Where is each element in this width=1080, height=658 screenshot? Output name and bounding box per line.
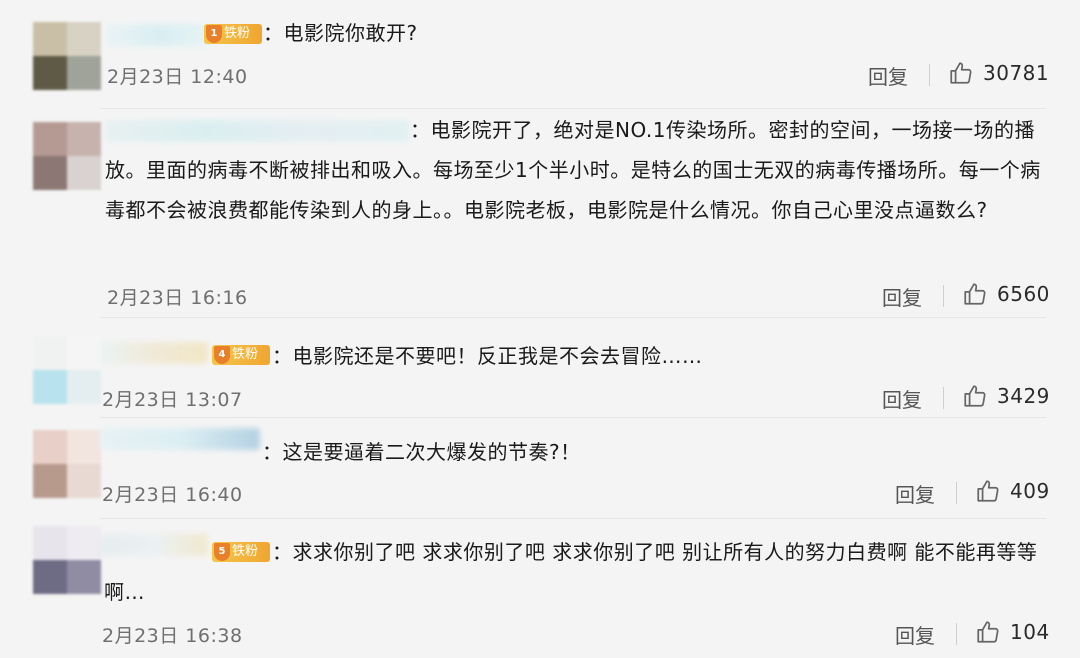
comment-time: 2月23日 16:38 — [102, 625, 243, 647]
fan-badge: 4 铁粉 — [212, 345, 270, 365]
comment-time: 2月23日 12:40 — [107, 66, 248, 88]
comment-text: ：这是要逼着二次大爆发的节奏?！ — [262, 440, 581, 464]
like-count: 3429 — [997, 384, 1050, 408]
separator — [943, 387, 944, 409]
comment-text: ：电影院开了，绝对是NO.1传染场所。密封的空间，一场接一场的播放。里面的病毒不… — [105, 118, 1041, 222]
comment-time: 2月23日 13:07 — [102, 389, 243, 411]
comment-time: 2月23日 16:40 — [102, 484, 243, 506]
like-count: 104 — [1010, 620, 1050, 644]
avatar[interactable] — [33, 336, 101, 404]
username-blurred[interactable] — [105, 24, 215, 46]
reply-button[interactable]: 回复 — [895, 620, 935, 649]
divider — [100, 317, 1046, 318]
avatar[interactable] — [33, 430, 101, 498]
like-count: 30781 — [983, 61, 1050, 85]
comment-text: ：求求你别了吧 求求你别了吧 求求你别了吧 别让所有人的努力白费啊 能不能再等等… — [104, 540, 1038, 604]
fan-badge-label: 铁粉 — [232, 347, 259, 362]
like-count: 409 — [1010, 479, 1050, 503]
divider — [100, 108, 1046, 109]
comment-item: ：电影院开了，绝对是NO.1传染场所。密封的空间，一场接一场的播放。里面的病毒不… — [0, 110, 1080, 320]
thumbs-up-icon[interactable] — [948, 60, 974, 86]
comment-item: ：这是要逼着二次大爆发的节奏?！ 2月23日 16:40 回复 409 — [0, 420, 1080, 520]
comment-text: ：电影院还是不要吧！反正我是不会去冒险…… — [272, 344, 703, 368]
comment-item: 1 铁粉 ：电影院你敢开? 2月23日 12:40 回复 30781 — [0, 0, 1080, 110]
username-blurred[interactable] — [100, 428, 260, 450]
comment-item: 4 铁粉 ：电影院还是不要吧！反正我是不会去冒险…… 2月23日 13:07 回… — [0, 320, 1080, 420]
reply-button[interactable]: 回复 — [882, 282, 922, 311]
thumbs-up-icon[interactable] — [975, 619, 1001, 645]
avatar[interactable] — [33, 526, 101, 594]
comment-text: ：电影院你敢开? — [263, 21, 418, 45]
fan-badge: 1 铁粉 — [204, 24, 262, 44]
level-crown-icon: 4 — [214, 346, 230, 364]
reply-button[interactable]: 回复 — [895, 479, 935, 508]
fan-badge-label: 铁粉 — [224, 26, 251, 41]
reply-button[interactable]: 回复 — [868, 61, 908, 90]
username-blurred[interactable] — [100, 342, 208, 364]
thumbs-up-icon[interactable] — [962, 383, 988, 409]
like-count: 6560 — [997, 282, 1050, 306]
reply-button[interactable]: 回复 — [882, 384, 922, 413]
separator — [956, 623, 957, 645]
avatar[interactable] — [33, 22, 101, 90]
separator — [929, 64, 930, 86]
avatar[interactable] — [33, 122, 101, 190]
comment-time: 2月23日 16:16 — [107, 287, 248, 309]
separator — [943, 285, 944, 307]
level-crown-icon: 1 — [206, 25, 222, 43]
thumbs-up-icon[interactable] — [975, 478, 1001, 504]
divider — [100, 417, 1046, 418]
comment-item: 5 铁粉 ：求求你别了吧 求求你别了吧 求求你别了吧 别让所有人的努力白费啊 能… — [0, 520, 1080, 658]
thumbs-up-icon[interactable] — [962, 281, 988, 307]
divider — [100, 518, 1046, 519]
separator — [956, 482, 957, 504]
